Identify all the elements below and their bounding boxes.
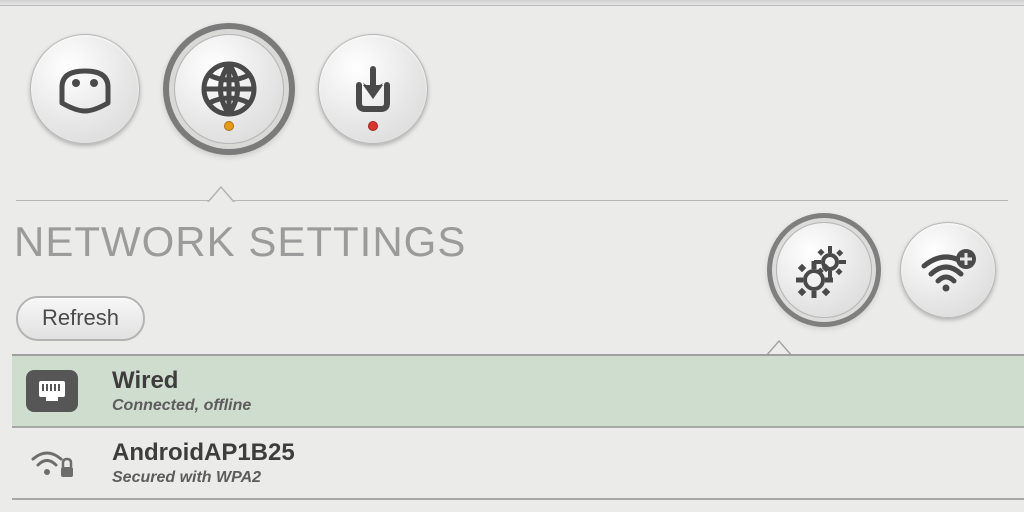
ethernet-icon: [26, 370, 78, 412]
tab-row: [0, 6, 1024, 144]
network-status: Connected, offline: [112, 397, 251, 415]
download-icon: [345, 61, 401, 117]
settings-cog-button[interactable]: [776, 222, 872, 318]
page-title: NETWORK SETTINGS: [14, 218, 466, 266]
network-name: AndroidAP1B25: [112, 439, 295, 467]
divider-top: [16, 200, 1008, 201]
robot-icon: [54, 63, 116, 115]
network-row-wifi[interactable]: AndroidAP1B25 Secured with WPA2: [12, 428, 1024, 500]
tab-robot[interactable]: [30, 34, 140, 144]
tab-pointer: [209, 188, 233, 202]
tab-download[interactable]: [318, 34, 428, 144]
wifi-plus-icon: [918, 246, 978, 294]
add-wifi-button[interactable]: [900, 222, 996, 318]
refresh-button[interactable]: Refresh: [16, 296, 145, 341]
globe-icon: [198, 58, 260, 120]
wifi-lock-icon: [26, 442, 78, 484]
status-dot-orange: [224, 121, 234, 131]
network-list: Wired Connected, offline AndroidAP1B25 S…: [12, 354, 1024, 500]
network-status: Secured with WPA2: [112, 469, 295, 487]
network-name: Wired: [112, 367, 251, 395]
network-row-wired[interactable]: Wired Connected, offline: [12, 356, 1024, 428]
status-dot-red: [368, 121, 378, 131]
action-row: [776, 222, 996, 318]
tab-network[interactable]: [174, 34, 284, 144]
gears-icon: [796, 242, 852, 298]
